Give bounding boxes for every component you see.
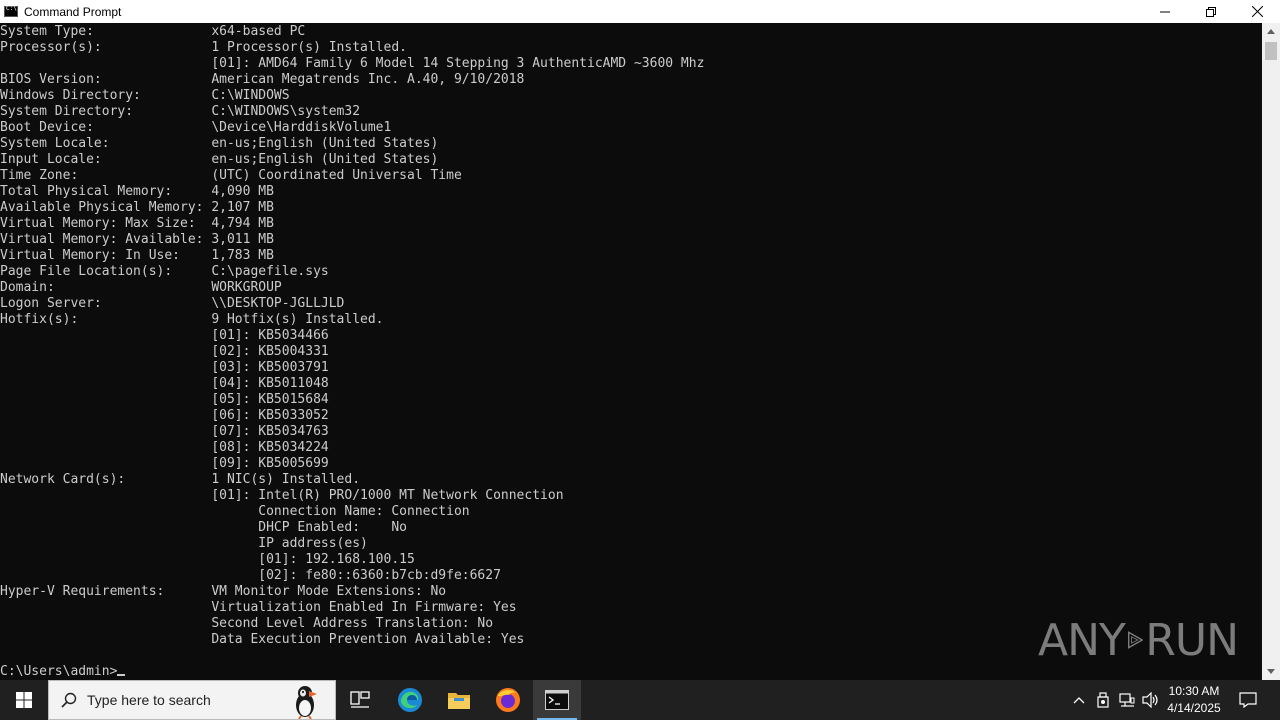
window-controls <box>1142 0 1280 23</box>
show-hidden-icons-button[interactable] <box>1068 680 1090 720</box>
clock-date: 4/14/2025 <box>1167 701 1221 715</box>
restore-button[interactable] <box>1188 0 1234 23</box>
edge-taskbar-button[interactable] <box>386 680 434 720</box>
console-line: Hotfix(s): 9 Hotfix(s) Installed. <box>0 312 384 327</box>
notification-icon <box>1239 692 1257 708</box>
command-prompt-taskbar-button[interactable] <box>533 680 581 720</box>
taskbar-search-box[interactable]: Type here to search <box>48 680 336 720</box>
console-line: Virtual Memory: In Use: 1,783 MB <box>0 248 274 263</box>
close-icon <box>1251 6 1263 17</box>
console-line: [01]: 192.168.100.15 <box>0 552 415 567</box>
console-output[interactable]: System Type: x64-based PC Processor(s): 1… <box>0 23 1262 680</box>
console-line: Virtualization Enabled In Firmware: Yes <box>0 600 517 615</box>
chevron-up-icon <box>1073 696 1085 703</box>
console-line: BIOS Version: American Megatrends Inc. A… <box>0 72 525 87</box>
network-tray-button[interactable] <box>1116 680 1138 720</box>
chevron-up-icon <box>1267 29 1275 34</box>
console-line: DHCP Enabled: No <box>0 520 407 535</box>
command-prompt-app-icon[interactable] <box>4 5 18 17</box>
console-line: Second Level Address Translation: No <box>0 616 494 631</box>
action-center-button[interactable] <box>1232 680 1264 720</box>
console-line: Connection Name: Connection <box>0 504 470 519</box>
console-line: [05]: KB5015684 <box>0 392 329 407</box>
console-line: System Type: x64-based PC <box>0 24 306 39</box>
console-line: [08]: KB5034224 <box>0 440 329 455</box>
start-button[interactable] <box>0 680 48 720</box>
console-line: [04]: KB5011048 <box>0 376 329 391</box>
watermark-text-left: ANY <box>1038 614 1126 666</box>
scroll-thumb[interactable] <box>1265 42 1277 60</box>
minimize-icon <box>1160 11 1170 12</box>
text-cursor <box>117 674 126 676</box>
speaker-icon <box>1142 692 1158 708</box>
console-line: [01]: Intel(R) PRO/1000 MT Network Conne… <box>0 488 564 503</box>
console-line: System Locale: en-us;English (United Sta… <box>0 136 439 151</box>
console-line: [07]: KB5034763 <box>0 424 329 439</box>
window-title: Command Prompt <box>24 4 122 19</box>
search-icon <box>61 692 77 708</box>
restore-icon <box>1206 6 1216 17</box>
command-prompt-line[interactable]: C:\Users\admin> <box>0 664 704 680</box>
console-line: Processor(s): 1 Processor(s) Installed. <box>0 40 407 55</box>
console-line: [01]: AMD64 Family 6 Model 14 Stepping 3… <box>0 56 705 71</box>
firefox-taskbar-button[interactable] <box>484 680 532 720</box>
minimize-button[interactable] <box>1142 0 1188 23</box>
search-placeholder: Type here to search <box>87 692 211 708</box>
vertical-scrollbar[interactable] <box>1262 23 1280 680</box>
console-line: Virtual Memory: Available: 3,011 MB <box>0 232 274 247</box>
taskbar: Type here to search 10:30 AM 4/14/2025 <box>0 680 1280 720</box>
console-line: Available Physical Memory: 2,107 MB <box>0 200 274 215</box>
console-line: Data Execution Prevention Available: Yes <box>0 632 525 647</box>
prompt-text: C:\Users\admin> <box>0 664 118 679</box>
console-line: [02]: fe80::6360:b7cb:d9fe:6627 <box>0 568 501 583</box>
anyrun-watermark: ANY RUN <box>1038 608 1239 672</box>
console-line: Time Zone: (UTC) Coordinated Universal T… <box>0 168 462 183</box>
play-triangle-icon <box>1127 631 1144 649</box>
taskbar-clock[interactable]: 10:30 AM 4/14/2025 <box>1160 680 1228 720</box>
console-line: [03]: KB5003791 <box>0 360 329 375</box>
terminal-icon <box>545 690 569 710</box>
console-line: Boot Device: \Device\HarddiskVolume1 <box>0 120 392 135</box>
clock-time: 10:30 AM <box>1168 684 1220 698</box>
console-line: [01]: KB5034466 <box>0 328 329 343</box>
volume-tray-button[interactable] <box>1140 680 1162 720</box>
firefox-icon <box>496 688 520 712</box>
network-icon <box>1119 693 1135 707</box>
console-line: Input Locale: en-us;English (United Stat… <box>0 152 439 167</box>
scroll-down-button[interactable] <box>1262 663 1280 680</box>
console-line: Domain: WORKGROUP <box>0 280 282 295</box>
console-line: IP address(es) <box>0 536 368 551</box>
console-line: Logon Server: \\DESKTOP-JGLLJLD <box>0 296 345 311</box>
console-line: [09]: KB5005699 <box>0 456 329 471</box>
console-lines: System Type: x64-based PC Processor(s): 1… <box>0 24 704 680</box>
console-line: Network Card(s): 1 NIC(s) Installed. <box>0 472 361 487</box>
folder-icon <box>448 693 470 709</box>
usb-device-tray-button[interactable] <box>1092 680 1114 720</box>
console-line: Total Physical Memory: 4,090 MB <box>0 184 274 199</box>
console-line: Virtual Memory: Max Size: 4,794 MB <box>0 216 274 231</box>
edge-browser-icon <box>398 688 422 712</box>
title-bar[interactable]: Command Prompt <box>0 0 1280 23</box>
file-explorer-taskbar-button[interactable] <box>435 680 483 720</box>
windows-logo-icon <box>16 692 32 708</box>
console-line: [06]: KB5033052 <box>0 408 329 423</box>
task-view-icon <box>350 691 370 708</box>
removable-device-icon <box>1097 692 1109 708</box>
chevron-down-icon <box>1267 669 1275 674</box>
task-view-button[interactable] <box>336 680 384 720</box>
puffin-search-highlight-icon <box>296 686 317 719</box>
scroll-up-button[interactable] <box>1262 23 1280 40</box>
watermark-text-right: RUN <box>1145 614 1239 666</box>
console-line: System Directory: C:\WINDOWS\system32 <box>0 104 361 119</box>
close-button[interactable] <box>1234 0 1280 23</box>
console-line: Hyper-V Requirements: VM Monitor Mode Ex… <box>0 584 447 599</box>
console-line: Windows Directory: C:\WINDOWS <box>0 88 290 103</box>
console-line: Page File Location(s): C:\pagefile.sys <box>0 264 329 279</box>
console-line: [02]: KB5004331 <box>0 344 329 359</box>
